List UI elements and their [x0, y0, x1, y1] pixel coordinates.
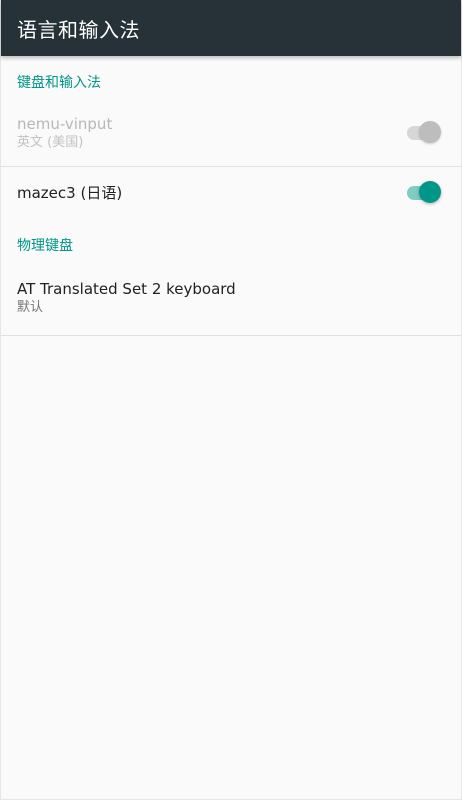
- input-method-nemu-vinput[interactable]: nemu-vinput 英文 (美国): [1, 104, 461, 162]
- item-title: mazec3 (日语): [17, 184, 123, 202]
- divider: [1, 335, 461, 336]
- switch-thumb: [419, 181, 441, 203]
- settings-screen: 语言和输入法 键盘和输入法 nemu-vinput 英文 (美国) mazec3…: [0, 0, 462, 800]
- item-summary: 默认: [17, 300, 44, 315]
- item-text: mazec3 (日语): [17, 183, 122, 203]
- physical-keyboard-at-translated[interactable]: AT Translated Set 2 keyboard 默认: [1, 267, 461, 329]
- nemu-vinput-toggle[interactable]: [405, 121, 441, 145]
- item-title: AT Translated Set 2 keyboard: [17, 280, 236, 298]
- item-title: nemu-vinput: [17, 115, 113, 133]
- section-header-physical-keyboard: 物理键盘: [17, 238, 73, 254]
- mazec3-toggle[interactable]: [405, 181, 441, 205]
- item-text: nemu-vinput 英文 (美国): [17, 114, 112, 152]
- item-text: AT Translated Set 2 keyboard 默认: [17, 279, 236, 317]
- app-bar: 语言和输入法: [1, 0, 461, 56]
- input-method-mazec3[interactable]: mazec3 (日语): [1, 167, 461, 219]
- page-title: 语言和输入法: [17, 17, 140, 42]
- section-header-keyboards: 键盘和输入法: [17, 75, 101, 91]
- item-summary: 英文 (美国): [17, 135, 84, 150]
- switch-thumb: [419, 121, 441, 143]
